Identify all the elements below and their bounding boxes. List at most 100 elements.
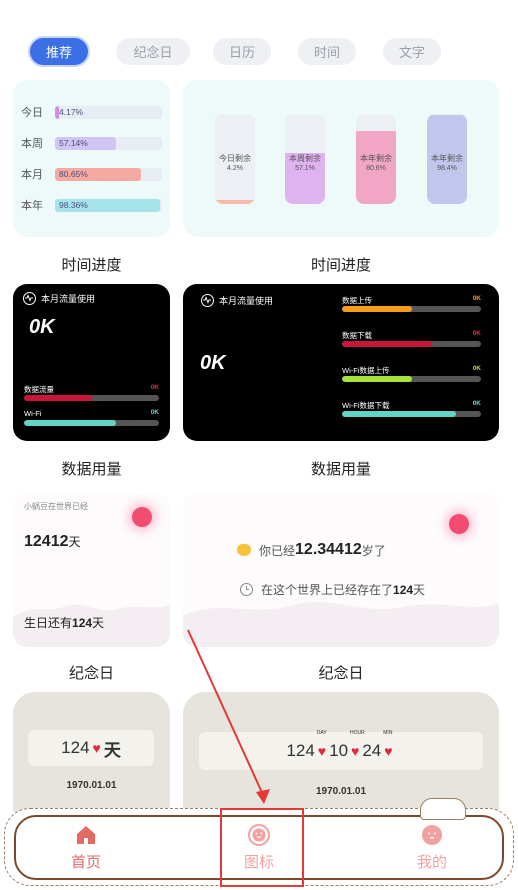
heart-icon: ♥	[317, 743, 327, 759]
usage-track	[342, 376, 481, 382]
widget-caption: 纪念日	[68, 665, 114, 682]
cat-decoration-icon	[420, 798, 466, 820]
data-usage-header: 本月流量使用	[201, 294, 273, 307]
vertical-text: 本年剩余 80.6%	[356, 154, 396, 174]
days-count: 12412天	[24, 533, 81, 551]
countdown-date: 1970.01.01	[66, 780, 117, 791]
tab-text[interactable]: 文字	[383, 38, 441, 65]
usage-name: Wi-Fi数据下载	[342, 401, 390, 410]
age-line: 你已经 12.34412 岁了	[237, 541, 386, 559]
category-tabs: 推荐 纪念日 日历 时间 文字	[30, 38, 498, 66]
nav-profile[interactable]: 我的	[392, 823, 472, 873]
countdown-widget-large[interactable]: 124 DAY ♥ 10 HOUR ♥ 24 MIN ♥ 1970.01.01	[183, 692, 499, 812]
usage-track	[342, 411, 481, 417]
bar-label: 本周剩余	[289, 154, 321, 163]
progress-row-today: 今日 4.17%	[21, 105, 162, 119]
birthday-prefix: 生日还有	[24, 616, 73, 630]
usage-row: Wi-Fi数据上传 0K	[342, 365, 481, 385]
usage-row: Wi-Fi数据下载 0K	[342, 400, 481, 420]
tab-anniversary[interactable]: 纪念日	[116, 38, 190, 65]
hour-label: HOUR	[350, 730, 365, 736]
vertical-progress-bar: 今日剩余 4.2%	[215, 114, 255, 204]
exist-prefix: 在这个世界上已经存在了	[261, 583, 394, 597]
countdown-days: 124	[286, 741, 315, 760]
countdown-unit: 天	[103, 740, 121, 760]
usage-value: 0K	[472, 295, 481, 302]
bar-value: 4.2%	[227, 165, 243, 172]
tab-recommend[interactable]: 推荐	[30, 38, 88, 65]
progress-value: 80.65%	[59, 168, 88, 179]
exist-unit: 天	[413, 583, 426, 597]
countdown-box: 124 ♥ 天	[28, 730, 154, 766]
tab-time[interactable]: 时间	[298, 38, 356, 65]
bar-value: 98.4%	[437, 165, 457, 172]
widget-caption: 数据用量	[61, 461, 122, 478]
progress-value: 98.36%	[59, 199, 88, 210]
time-progress-widget-large[interactable]: 今日剩余 4.2% 本周剩余 57.1% 本年剩余 80.6% 本年剩余 98.4%	[183, 80, 499, 237]
usage-value: 0K	[150, 384, 159, 391]
usage-track	[24, 420, 159, 426]
profile-icon	[420, 823, 444, 847]
nav-label: 首页	[70, 854, 101, 871]
progress-label: 今日	[21, 107, 43, 119]
bar-label: 本年剩余	[360, 154, 392, 163]
home-icon	[74, 823, 98, 847]
birthday-unit: 天	[92, 616, 105, 630]
vertical-progress-bar: 本周剩余 57.1%	[285, 114, 325, 204]
usage-row: Wi-Fi 0K	[24, 409, 159, 429]
min-label: MIN	[383, 730, 393, 736]
widget-caption: 时间进度	[310, 257, 371, 274]
progress-row-month: 本月 80.65%	[21, 167, 162, 181]
usage-row: 数据上传 0K	[342, 295, 481, 315]
usage-name: 数据流量	[24, 385, 54, 394]
usage-value: 0K	[150, 409, 159, 416]
vertical-fill	[215, 200, 255, 204]
exist-line: 在这个世界上已经存在了 124 天	[240, 581, 425, 598]
progress-label: 本年	[21, 200, 43, 212]
anniversary-widget-large[interactable]: 你已经 12.34412 岁了 在这个世界上已经存在了 124 天	[183, 493, 499, 647]
usage-name: Wi-Fi数据上传	[342, 366, 390, 375]
countdown-widget-small[interactable]: 124 ♥ 天 1970.01.01	[13, 692, 170, 812]
usage-row: 数据下载 0K	[342, 330, 481, 350]
total-usage: 0K	[29, 316, 55, 338]
progress-value: 57.14%	[59, 137, 88, 148]
activity-icon	[201, 294, 214, 307]
data-usage-widget-small[interactable]: 本月流量使用 0K 数据流量 0K Wi-Fi 0K	[13, 284, 170, 441]
countdown-days: 124	[61, 738, 90, 757]
tab-calendar[interactable]: 日历	[213, 38, 271, 65]
bar-value: 80.6%	[366, 165, 386, 172]
countdown-date: 1970.01.01	[315, 786, 367, 797]
usage-row: 数据流量 0K	[24, 384, 159, 404]
usage-name: 数据上传	[342, 296, 372, 305]
usage-track	[24, 395, 159, 401]
day-label: DAY	[316, 730, 327, 736]
hour-unit: HOUR ♥	[348, 730, 365, 761]
progress-value: 4.17%	[59, 106, 84, 117]
mountains-decoration	[183, 602, 499, 647]
exist-days: 124	[393, 582, 414, 597]
header-label: 本月流量使用	[41, 294, 96, 304]
bar-value: 57.1%	[295, 165, 315, 172]
countdown-box: 124 DAY ♥ 10 HOUR ♥ 24 MIN ♥	[199, 730, 483, 770]
countdown-hours: 10	[329, 741, 349, 760]
usage-fill	[24, 395, 92, 401]
time-progress-widget-small[interactable]: 今日 4.17% 本周 57.14% 本月 80.65% 本年 98.36%	[13, 80, 170, 237]
data-usage-widget-large[interactable]: 本月流量使用 0K 数据上传 0K 数据下载 0K Wi-Fi数据上传 0K Wi-F…	[183, 284, 499, 441]
countdown-mins: 24	[362, 741, 382, 760]
vertical-text: 今日剩余 4.2%	[215, 154, 255, 174]
usage-fill	[342, 411, 456, 417]
min-unit: MIN ♥	[381, 730, 395, 761]
vertical-text: 本周剩余 57.1%	[285, 154, 325, 174]
usage-fill	[342, 341, 433, 347]
total-usage: 0K	[200, 352, 226, 374]
anniversary-widget-small[interactable]: 小蜗豆在世界已经 12412天 生日还有124天	[13, 493, 170, 647]
heart-icon: ♥	[384, 743, 393, 759]
nav-label: 我的	[416, 854, 447, 871]
birthday-days: 124	[72, 616, 93, 630]
progress-track: 57.14%	[55, 136, 162, 150]
usage-value: 0K	[472, 330, 481, 337]
nav-home[interactable]: 首页	[46, 823, 126, 873]
sun-decoration	[449, 514, 469, 534]
progress-label: 本月	[21, 169, 43, 181]
birthday-countdown: 生日还有124天	[24, 614, 104, 631]
